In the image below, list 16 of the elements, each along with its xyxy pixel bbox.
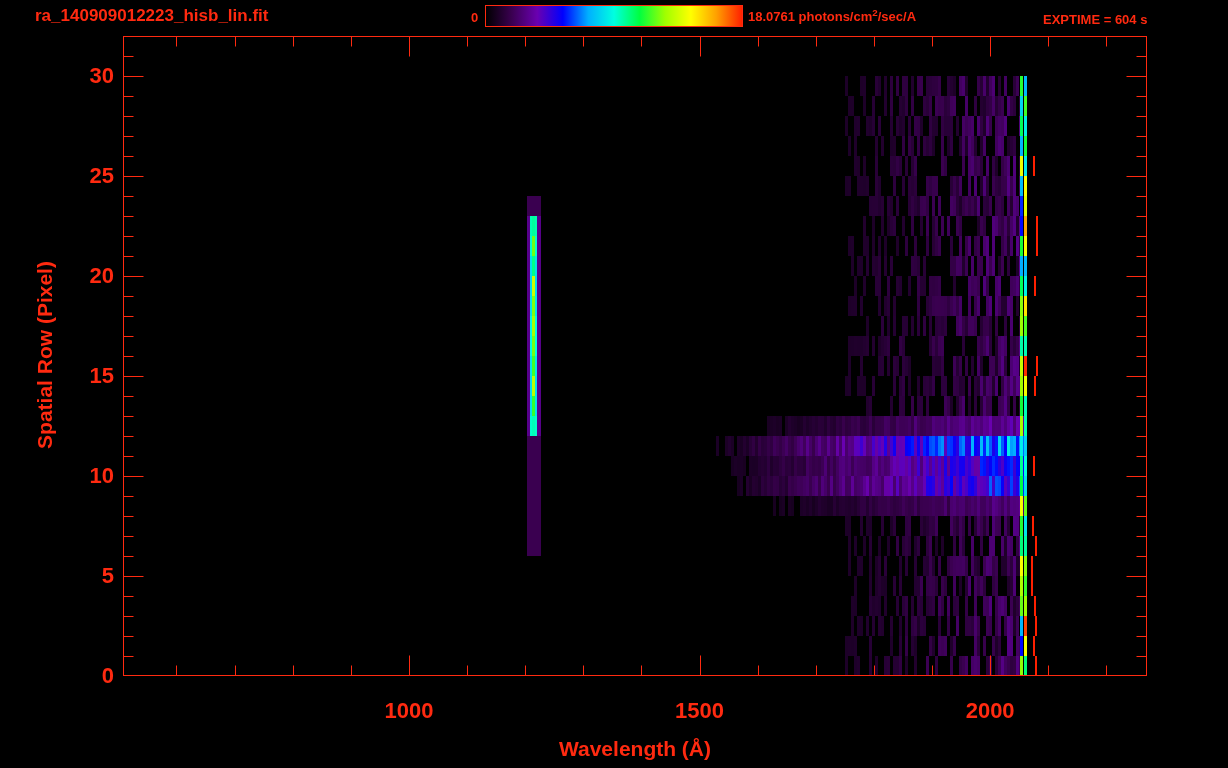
y-tick-label: 10 [89, 464, 114, 488]
exposure-time: EXPTIME = 604 s [1043, 12, 1148, 28]
colorbar-max-label: 18.0761 photons/cm$^{2}$/sec/A [748, 9, 917, 25]
y-tick-label: 5 [101, 564, 114, 588]
y-tick-label: 30 [89, 64, 114, 88]
y-tick-label: 25 [89, 164, 114, 188]
x-tick-label: 1000 [384, 699, 434, 723]
colorbar-min-label: 0 [471, 10, 479, 26]
x-axis-label: Wavelength (Å) [558, 737, 712, 761]
y-tick-label: 15 [89, 364, 114, 388]
y-tick-label: 0 [101, 664, 114, 688]
x-tick-label: 2000 [965, 699, 1015, 723]
y-axis-label: Spatial Row (Pixel) [33, 261, 57, 449]
y-tick-label: 20 [89, 264, 114, 288]
plot-title: ra_140909012223_hisb_lin.fit [35, 6, 269, 26]
x-tick-label: 1500 [675, 699, 724, 723]
